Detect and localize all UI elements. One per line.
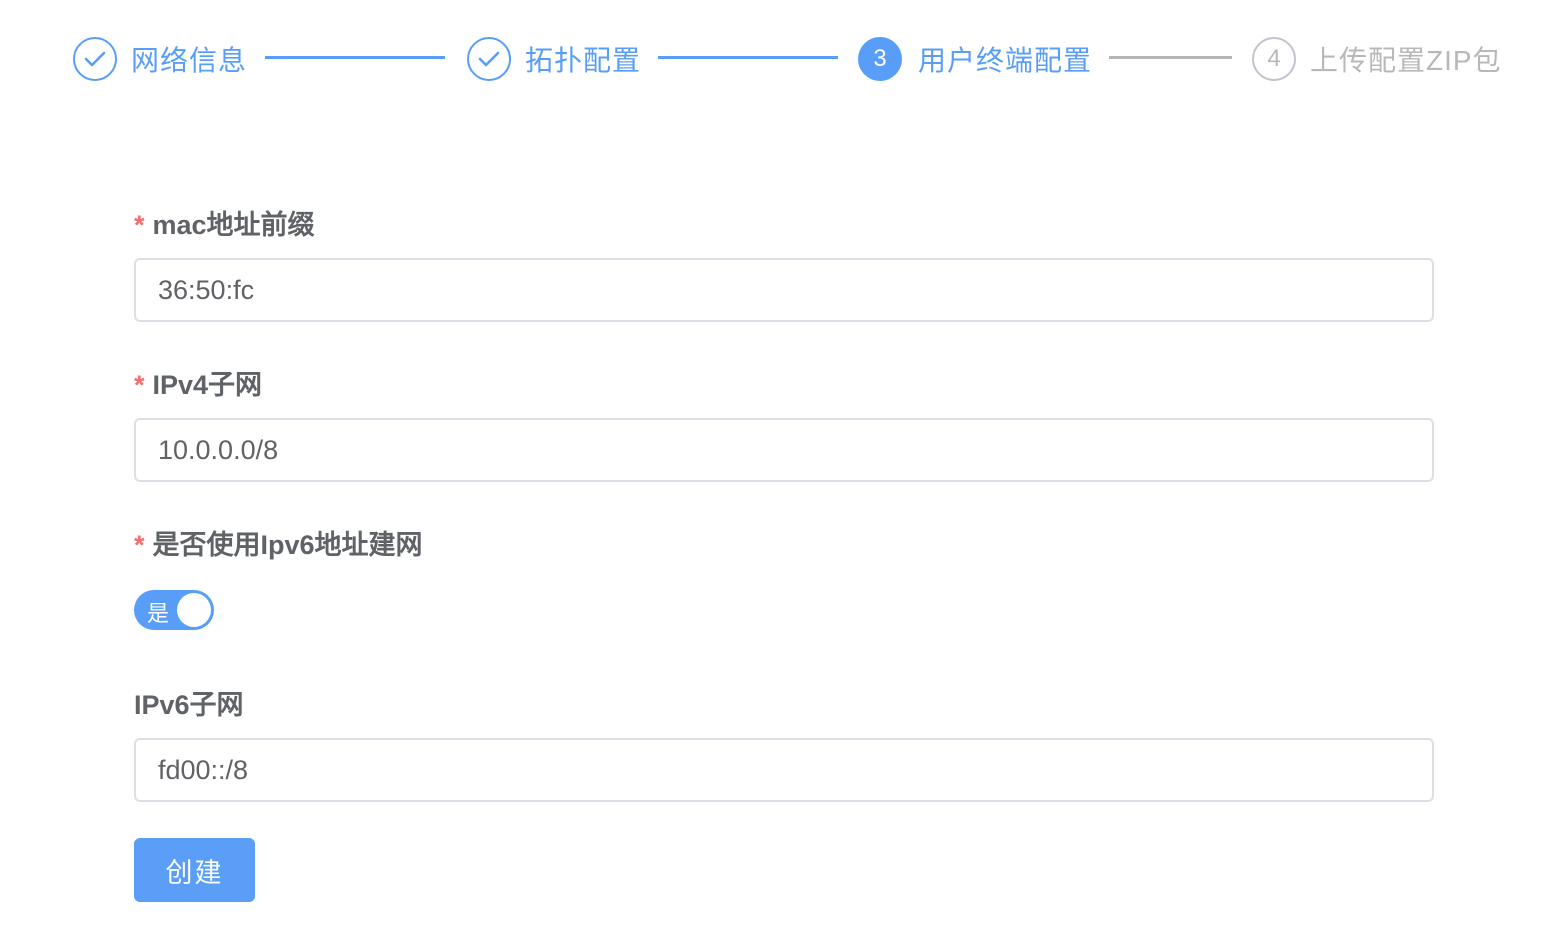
ipv4-subnet-label: * IPv4子网: [134, 370, 263, 400]
use-ipv6-label: * 是否使用Ipv6地址建网: [134, 530, 423, 560]
step-connector: [265, 56, 445, 59]
required-mark: *: [134, 530, 145, 560]
create-button[interactable]: 创建: [134, 838, 255, 902]
step-title: 网络信息: [131, 45, 248, 76]
ipv6-subnet-label: IPv6子网: [134, 690, 244, 720]
step-connector: [658, 56, 838, 59]
step-connector: [1109, 56, 1232, 59]
step-title: 上传配置ZIP包: [1310, 45, 1502, 76]
step-number-badge: 3: [858, 37, 902, 81]
required-mark: *: [134, 370, 145, 400]
mac-prefix-input[interactable]: [134, 258, 1434, 322]
switch-knob: [177, 593, 211, 627]
mac-prefix-label: * mac地址前缀: [134, 210, 315, 240]
check-circle-icon: [467, 37, 511, 81]
steps-bar: 网络信息 拓扑配置 3 用户终端配置 4 上传配置ZIP包: [0, 0, 1558, 120]
step-title: 用户终端配置: [918, 45, 1093, 76]
ipv4-subnet-input[interactable]: [134, 418, 1434, 482]
step-title: 拓扑配置: [525, 45, 642, 76]
step-topology-config: 拓扑配置: [467, 35, 641, 83]
step-network-info: 网络信息: [73, 35, 247, 83]
switch-text: 是: [147, 601, 170, 626]
required-mark: *: [134, 210, 145, 240]
step-number-badge: 4: [1252, 37, 1296, 81]
step-upload-zip: 4 上传配置ZIP包: [1252, 35, 1502, 83]
use-ipv6-switch[interactable]: 是: [134, 590, 214, 630]
check-circle-icon: [73, 37, 117, 81]
ipv6-subnet-input[interactable]: [134, 738, 1434, 802]
step-user-terminal-config: 3 用户终端配置: [858, 35, 1092, 83]
